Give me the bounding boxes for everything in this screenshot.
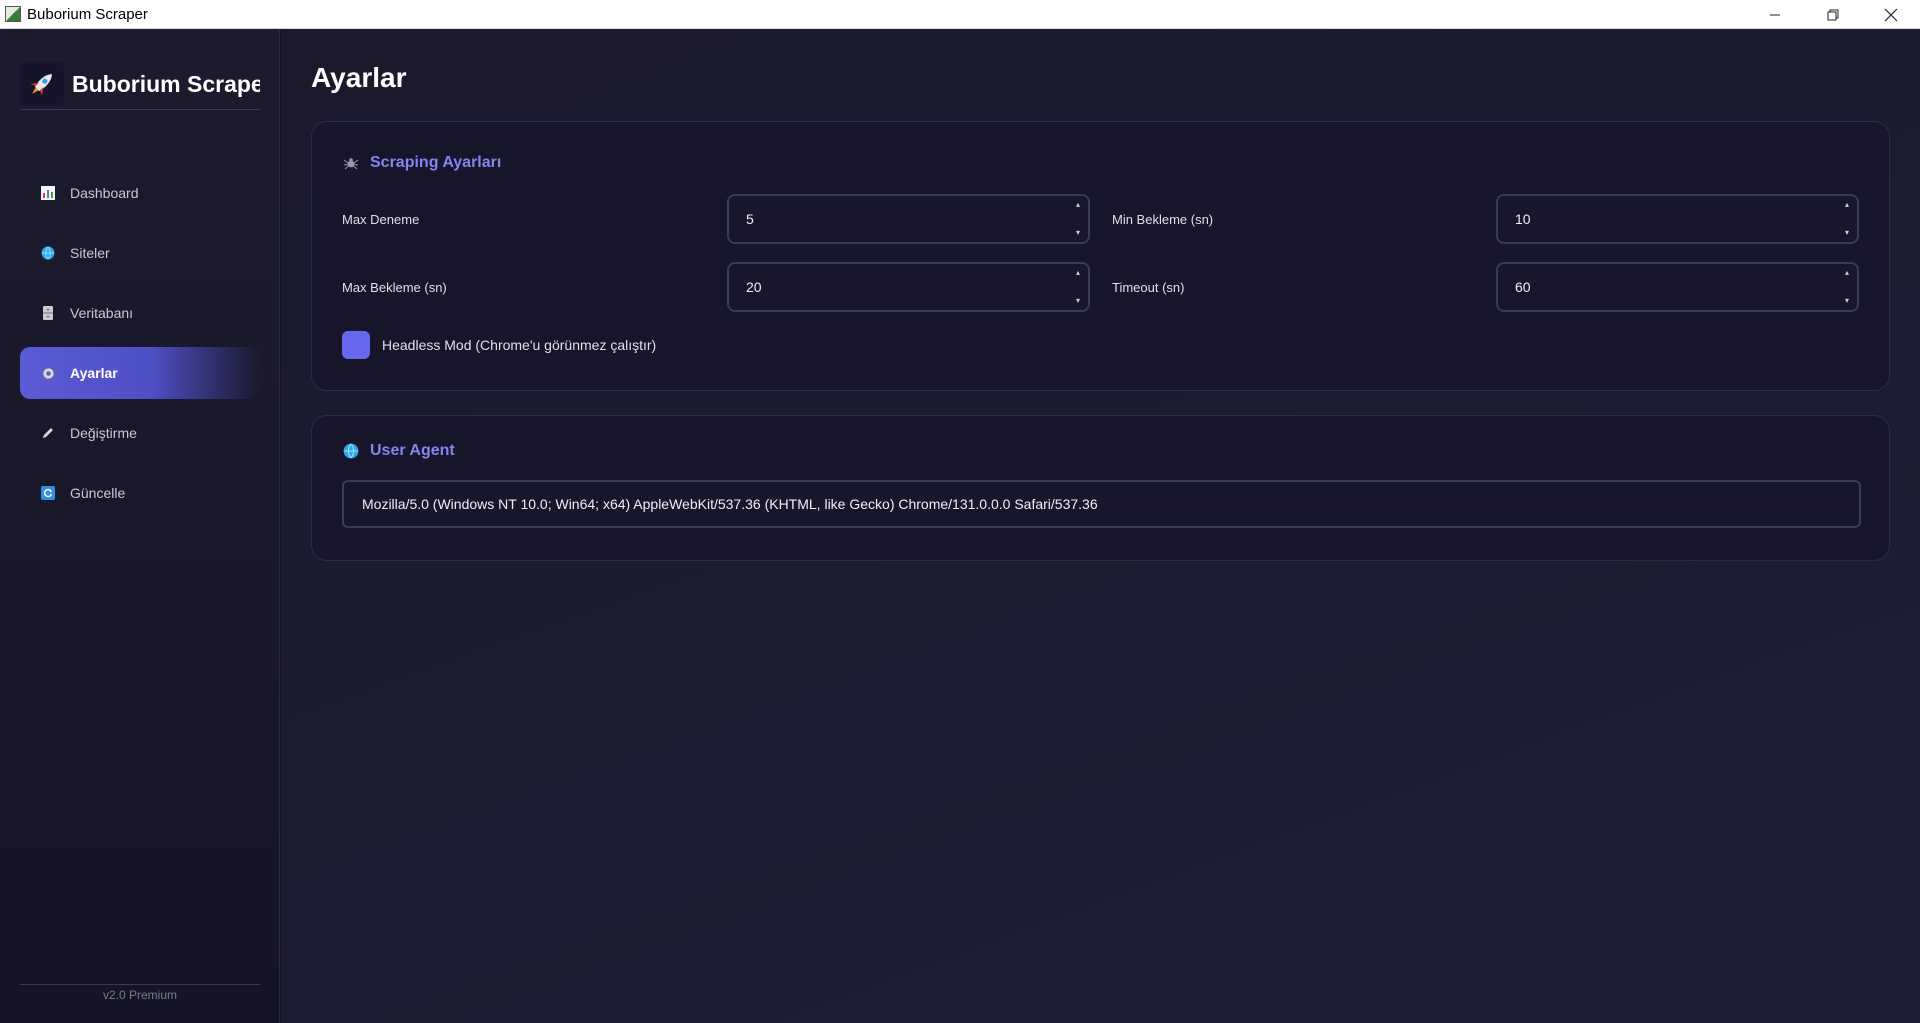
minimize-icon — [1770, 14, 1780, 15]
spin-up-button[interactable]: ▴ — [1845, 269, 1849, 277]
user-agent-card: User Agent Mozilla/5.0 (Windows NT 10.0;… — [311, 415, 1890, 561]
spin-down-button[interactable]: ▾ — [1845, 297, 1849, 305]
window-titlebar: Buborium Scraper — [0, 0, 1920, 29]
sidebar-item-siteler[interactable]: Siteler — [20, 227, 260, 279]
brand: Buborium Scraper — [20, 59, 260, 110]
max-deneme-input[interactable]: 5 ▴ ▾ — [727, 194, 1090, 244]
sidebar-item-guncelle[interactable]: Güncelle — [20, 467, 260, 519]
max-deneme-value: 5 — [746, 211, 754, 227]
max-bekleme-label: Max Bekleme (sn) — [342, 280, 447, 295]
timeout-label: Timeout (sn) — [1112, 280, 1185, 295]
spider-icon — [342, 154, 360, 172]
page-title: Ayarlar — [311, 62, 407, 93]
spin-arrows: ▴ ▾ — [1843, 201, 1851, 237]
cabinet-icon — [40, 305, 56, 321]
headless-checkbox[interactable] — [342, 331, 370, 359]
user-agent-value: Mozilla/5.0 (Windows NT 10.0; Win64; x64… — [362, 496, 1098, 512]
card-title-label: User Agent — [370, 442, 455, 459]
spin-down-button[interactable]: ▾ — [1076, 229, 1080, 237]
window-title: Buborium Scraper — [27, 5, 148, 23]
globe-icon — [342, 442, 360, 460]
globe-icon — [40, 245, 56, 261]
close-icon — [1884, 8, 1898, 21]
max-bekleme-value: 20 — [746, 279, 762, 295]
minimize-button[interactable] — [1746, 0, 1804, 29]
sidebar-item-label: Ayarlar — [70, 365, 118, 381]
sidebar-item-label: Değiştirme — [70, 425, 137, 441]
close-button[interactable] — [1862, 0, 1920, 29]
bar-chart-icon — [40, 185, 56, 201]
scraping-settings-card: Scraping Ayarları Max Deneme 5 ▴ ▾ Min B… — [311, 121, 1890, 391]
card-title-user-agent: User Agent — [342, 442, 455, 460]
sidebar-item-degistirme[interactable]: Değiştirme — [20, 407, 260, 459]
card-title-scraping: Scraping Ayarları — [342, 154, 501, 172]
sidebar-item-dashboard[interactable]: Dashboard — [20, 167, 260, 219]
window-controls — [1746, 0, 1920, 29]
spin-up-button[interactable]: ▴ — [1076, 201, 1080, 209]
restore-button[interactable] — [1804, 0, 1862, 29]
sidebar-item-veritabani[interactable]: Veritabanı — [20, 287, 260, 339]
spin-up-button[interactable]: ▴ — [1076, 269, 1080, 277]
timeout-input[interactable]: 60 ▴ ▾ — [1496, 262, 1859, 312]
pencil-icon — [40, 425, 56, 441]
refresh-icon — [40, 485, 56, 501]
max-deneme-label: Max Deneme — [342, 212, 420, 227]
rocket-icon — [20, 62, 64, 106]
brand-name: Buborium Scraper — [72, 70, 260, 97]
sidebar-item-label: Güncelle — [70, 485, 126, 501]
min-bekleme-input[interactable]: 10 ▴ ▾ — [1496, 194, 1859, 244]
gear-icon — [40, 365, 56, 381]
sidebar-item-ayarlar[interactable]: Ayarlar — [20, 347, 260, 399]
sidebar: Buborium Scraper Dashboard Siteler Verit… — [0, 29, 280, 1023]
min-bekleme-value: 10 — [1515, 211, 1531, 227]
sidebar-item-label: Dashboard — [70, 185, 139, 201]
max-bekleme-input[interactable]: 20 ▴ ▾ — [727, 262, 1090, 312]
main-content: Ayarlar Scraping Ayarları Max Deneme 5 ▴… — [281, 29, 1920, 1023]
version-label: v2.0 Premium — [20, 984, 260, 1002]
timeout-value: 60 — [1515, 279, 1531, 295]
spin-down-button[interactable]: ▾ — [1845, 229, 1849, 237]
headless-label: Headless Mod (Chrome'u görünmez çalıştır… — [382, 337, 657, 353]
spin-down-button[interactable]: ▾ — [1076, 297, 1080, 305]
card-title-label: Scraping Ayarları — [370, 154, 502, 171]
restore-icon — [1827, 9, 1839, 20]
spin-arrows: ▴ ▾ — [1074, 269, 1082, 305]
sidebar-item-label: Siteler — [70, 245, 110, 261]
spin-arrows: ▴ ▾ — [1074, 201, 1082, 237]
spin-up-button[interactable]: ▴ — [1845, 201, 1849, 209]
sidebar-item-label: Veritabanı — [70, 305, 134, 321]
app-icon — [5, 6, 21, 22]
user-agent-input[interactable]: Mozilla/5.0 (Windows NT 10.0; Win64; x64… — [342, 480, 1861, 528]
min-bekleme-label: Min Bekleme (sn) — [1112, 212, 1214, 227]
spin-arrows: ▴ ▾ — [1843, 269, 1851, 305]
sidebar-nav: Dashboard Siteler Veritabanı Ayarlar Değ… — [20, 167, 260, 527]
